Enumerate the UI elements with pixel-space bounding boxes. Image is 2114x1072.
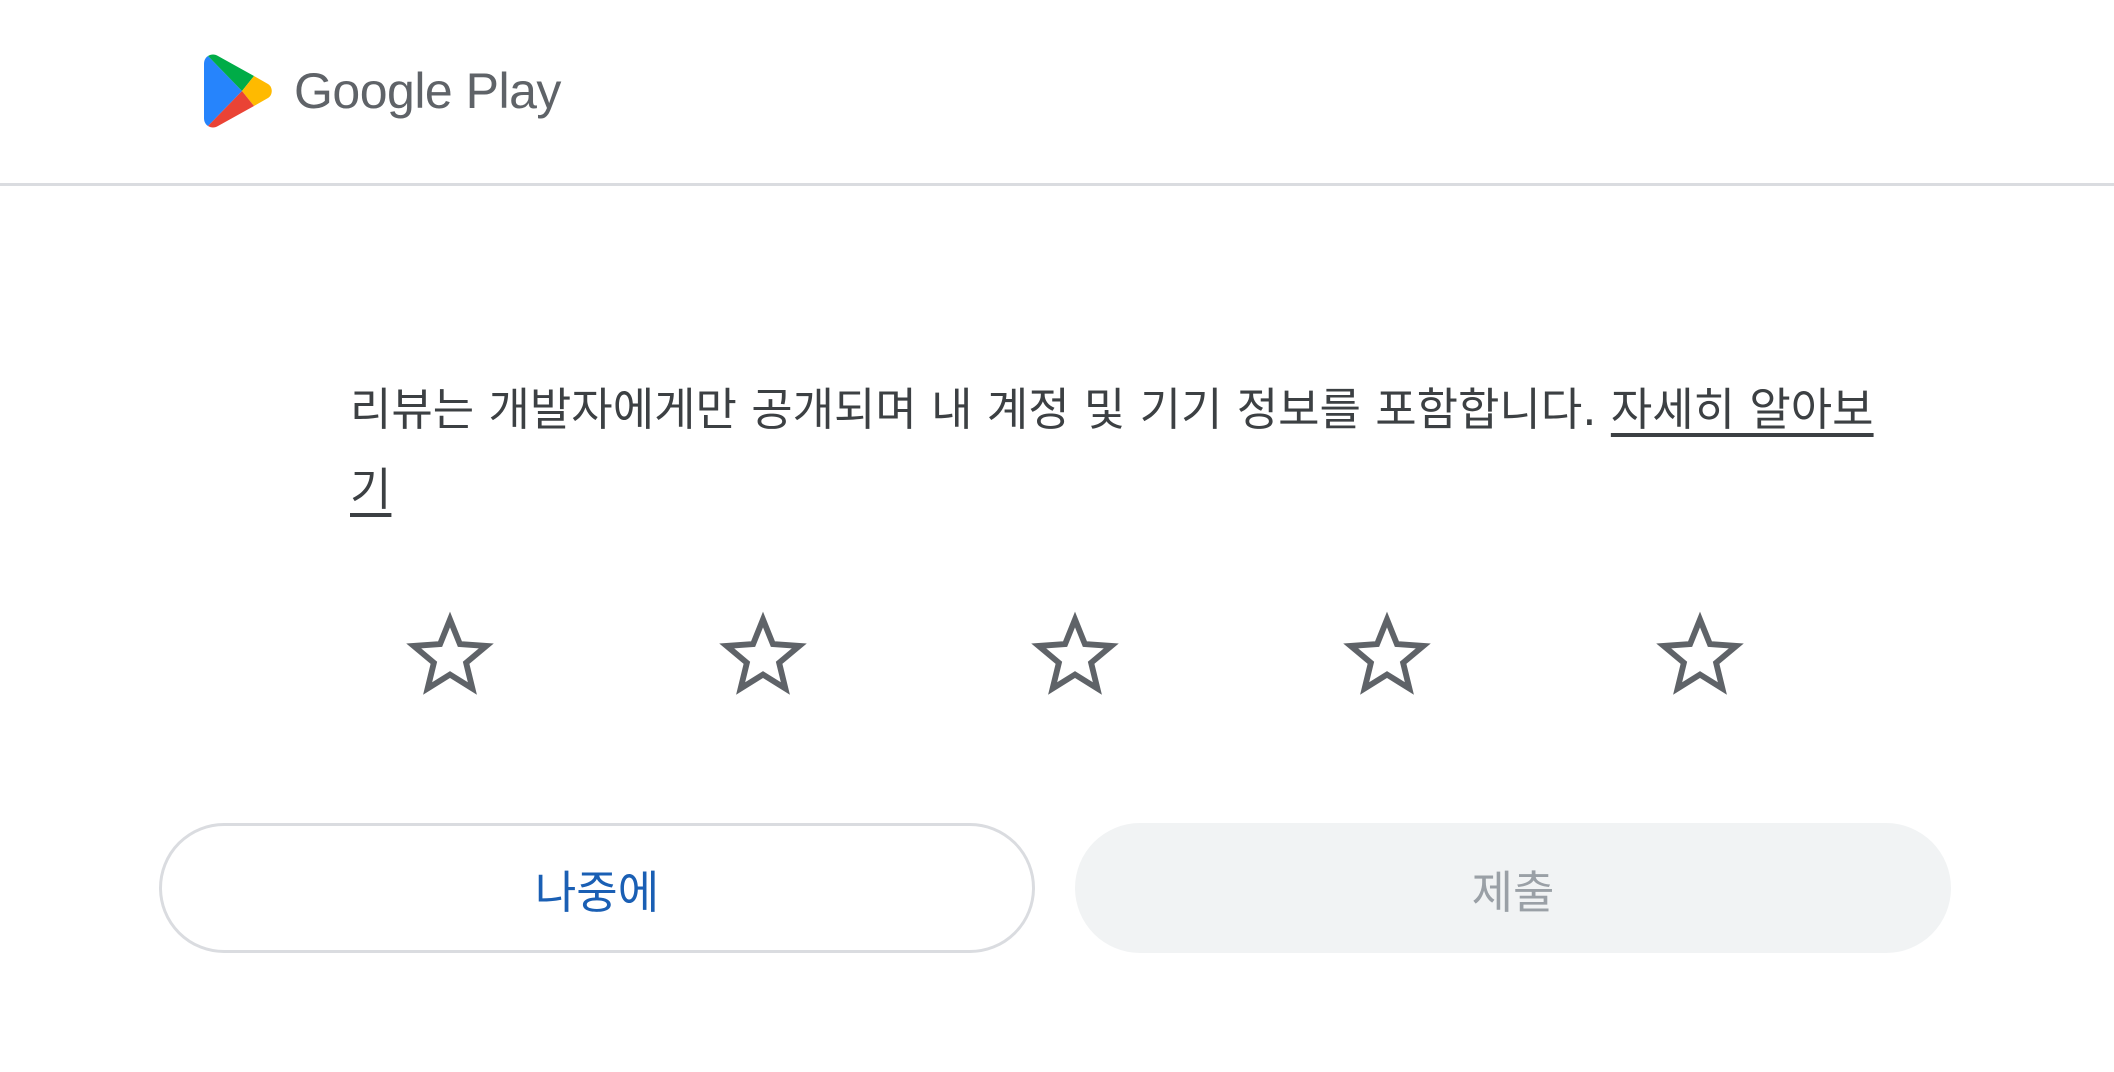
star-outline-icon [1031,611,1119,695]
later-button[interactable]: 나중에 [159,823,1035,953]
rating-star-5[interactable] [1656,610,1744,698]
rating-star-3[interactable] [1031,610,1119,698]
submit-button-label: 제출 [1471,865,1555,919]
later-button-label: 나중에 [534,865,660,919]
star-outline-icon [1343,611,1431,695]
submit-button[interactable]: 제출 [1075,823,1951,953]
star-outline-icon [406,611,494,695]
google-play-triangle-icon [204,54,272,128]
star-outline-icon [719,611,807,695]
google-play-logo[interactable]: Google Play [204,54,561,128]
review-privacy-notice: 리뷰는 개발자에게만 공개되며 내 계정 및 기기 정보를 포함합니다. 자세히… [350,370,1910,530]
rating-star-1[interactable] [406,610,494,698]
star-rating [0,610,2114,700]
app-header: Google Play [0,0,2114,186]
brand-name: Google Play [294,63,561,119]
notice-text: 리뷰는 개발자에게만 공개되며 내 계정 및 기기 정보를 포함합니다. [350,383,1611,436]
rating-star-4[interactable] [1343,610,1431,698]
star-outline-icon [1656,611,1744,695]
rating-star-2[interactable] [719,610,807,698]
